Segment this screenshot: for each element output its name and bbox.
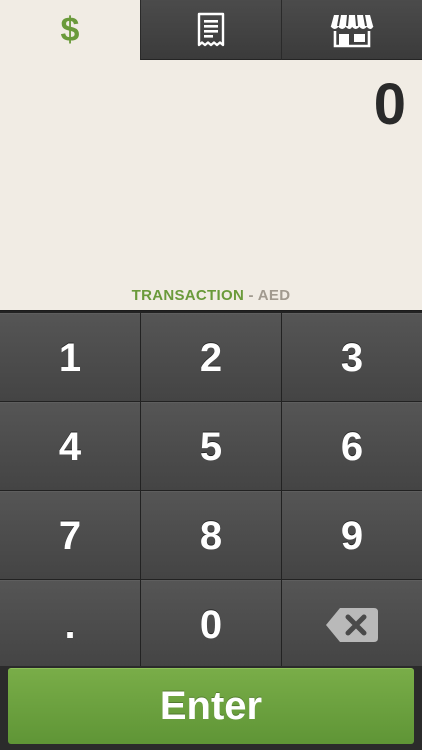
top-tab-bar: $ — [0, 0, 422, 60]
key-7[interactable]: 7 — [0, 491, 140, 579]
enter-area: Enter — [0, 666, 422, 750]
enter-button[interactable]: Enter — [8, 668, 414, 744]
key-2-label: 2 — [199, 335, 223, 380]
key-decimal[interactable]: . — [0, 580, 140, 668]
key-1[interactable]: 1 — [0, 313, 140, 401]
key-decimal-label: . — [64, 602, 76, 647]
dollar-icon: $ — [60, 11, 80, 49]
transaction-currency-label: TRANSACTION - AED — [0, 287, 422, 304]
key-8[interactable]: 8 — [141, 491, 281, 579]
store-icon — [330, 14, 374, 47]
key-8-label: 8 — [199, 513, 223, 558]
key-3[interactable]: 3 — [282, 313, 422, 401]
receipt-icon — [197, 12, 225, 46]
key-backspace[interactable] — [282, 580, 422, 668]
key-2[interactable]: 2 — [141, 313, 281, 401]
key-6[interactable]: 6 — [282, 402, 422, 490]
tab-amount[interactable]: $ — [0, 0, 140, 60]
label-separator: - — [244, 287, 258, 304]
key-5[interactable]: 5 — [141, 402, 281, 490]
key-3-label: 3 — [340, 335, 364, 380]
numeric-keypad: 1 2 3 4 5 6 7 8 9 . 0 — [0, 310, 422, 668]
key-5-label: 5 — [199, 424, 223, 469]
key-1-label: 1 — [58, 335, 82, 380]
key-4[interactable]: 4 — [0, 402, 140, 490]
currency-label: AED — [257, 287, 291, 304]
backspace-icon — [326, 607, 378, 642]
key-9-label: 9 — [340, 513, 364, 558]
transaction-label: TRANSACTION — [131, 287, 245, 304]
tab-store[interactable] — [281, 0, 422, 60]
amount-value: 0 — [373, 72, 406, 137]
tab-receipt[interactable] — [140, 0, 281, 60]
key-9[interactable]: 9 — [282, 491, 422, 579]
amount-display: 0 TRANSACTION - AED — [0, 60, 422, 310]
key-6-label: 6 — [340, 424, 364, 469]
key-0[interactable]: 0 — [141, 580, 281, 668]
key-0-label: 0 — [199, 602, 223, 647]
key-4-label: 4 — [58, 424, 82, 469]
key-7-label: 7 — [58, 513, 82, 558]
